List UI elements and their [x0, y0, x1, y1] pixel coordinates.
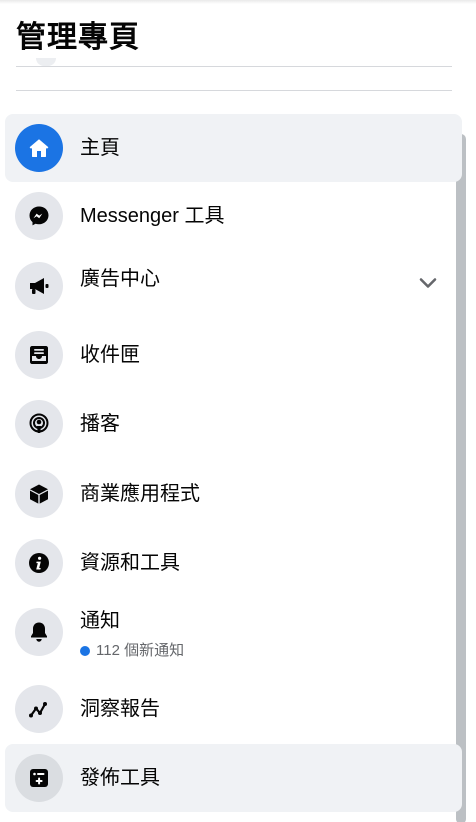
nav-item-podcast[interactable]: 播客 — [5, 390, 462, 458]
inbox-icon — [15, 331, 63, 379]
nav-item-label-business-apps: 商業應用程式 — [80, 483, 200, 505]
nav-item-ad-center[interactable]: 廣告中心 — [5, 250, 462, 318]
nav-item-inbox[interactable]: 收件匣 — [5, 321, 462, 389]
nav-item-messenger[interactable]: Messenger 工具 — [5, 182, 462, 250]
nav-item-label-home: 主頁 — [80, 137, 120, 159]
nav-item-label-notifications: 通知 — [80, 610, 120, 632]
manage-page-panel: 管理專頁 主頁 Messenger 工具 廣告中心 收件匣 播客 商業應用程式 … — [0, 0, 476, 822]
megaphone-icon — [15, 262, 63, 310]
nav-item-home[interactable]: 主頁 — [5, 114, 462, 182]
nav-item-label-messenger: Messenger 工具 — [80, 205, 225, 227]
partial-avatar — [36, 58, 56, 66]
chevron-down-icon[interactable] — [418, 276, 438, 290]
nav-item-label-ad-center: 廣告中心 — [80, 268, 160, 290]
nav-item-label-resources: 資源和工具 — [80, 552, 180, 574]
nav-item-label-insights: 洞察報告 — [80, 698, 160, 720]
nav-item-notifications[interactable]: 通知 112 個新通知 — [5, 598, 462, 666]
publishing-tools-icon — [15, 754, 63, 802]
nav-item-label-inbox: 收件匣 — [80, 344, 140, 366]
home-icon — [15, 124, 63, 172]
podcast-icon — [15, 400, 63, 448]
nav-item-insights[interactable]: 洞察報告 — [5, 675, 462, 743]
trend-icon — [15, 685, 63, 733]
nav-item-resources[interactable]: 資源和工具 — [5, 529, 462, 597]
nav-item-business-apps[interactable]: 商業應用程式 — [5, 460, 462, 528]
nav-item-label-podcast: 播客 — [80, 413, 120, 435]
info-icon — [15, 539, 63, 587]
notification-count-text: 112 個新通知 — [96, 642, 185, 659]
nav-item-publishing-tools[interactable]: 發佈工具 — [5, 744, 462, 812]
notification-count: 112 個新通知 — [80, 642, 184, 660]
unread-dot — [80, 646, 90, 656]
divider-bottom — [16, 90, 452, 91]
top-shadow — [0, 0, 476, 4]
bell-icon — [15, 608, 63, 656]
messenger-icon — [15, 192, 63, 240]
page-title: 管理專頁 — [16, 21, 140, 54]
divider-top — [16, 66, 452, 67]
cube-icon — [15, 470, 63, 518]
nav-item-label-publishing-tools: 發佈工具 — [80, 767, 160, 789]
